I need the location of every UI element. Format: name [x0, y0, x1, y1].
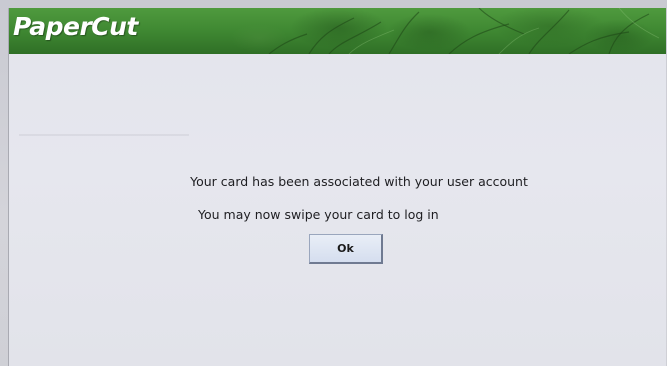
association-confirmation-text: Your card has been associated with your …: [190, 174, 528, 189]
swipe-instruction-text: You may now swipe your card to log in: [198, 207, 439, 222]
ok-button[interactable]: Ok: [309, 234, 383, 264]
screen-glare: [19, 134, 189, 136]
papercut-logo: PaperCut: [13, 12, 138, 41]
header-banner: PaperCut: [9, 8, 666, 54]
kiosk-screen: PaperCut Your card has been associated w…: [8, 8, 666, 366]
